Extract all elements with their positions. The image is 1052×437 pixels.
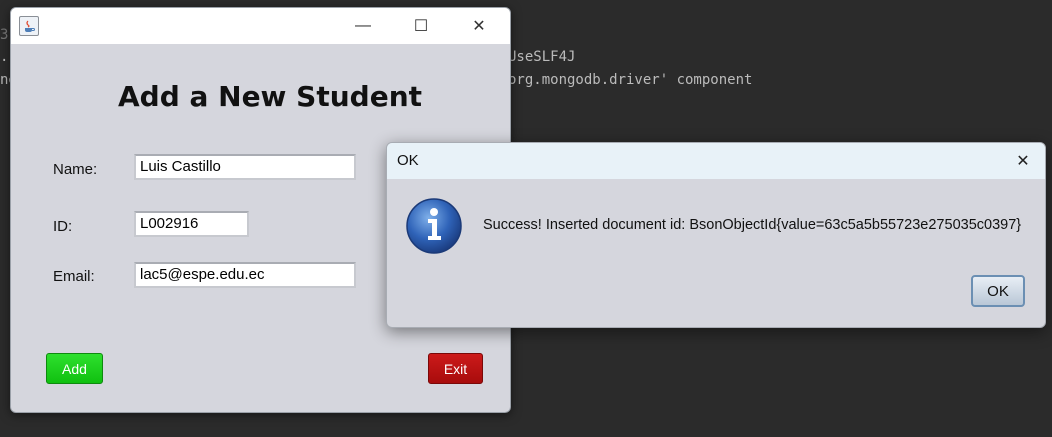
dialog-message: Success! Inserted document id: BsonObjec…: [483, 217, 1022, 233]
info-icon: [405, 197, 463, 255]
console-line: .: [0, 49, 9, 65]
console-line: UseSLF4J: [508, 49, 576, 65]
id-label: ID:: [53, 218, 73, 235]
id-field[interactable]: L002916: [134, 211, 249, 237]
console-line: 3: [0, 27, 9, 43]
email-label: Email:: [53, 268, 95, 285]
email-field[interactable]: lac5@espe.edu.ec: [134, 262, 356, 288]
exit-button[interactable]: Exit: [428, 353, 483, 384]
add-button[interactable]: Add: [46, 353, 103, 384]
success-dialog: OK ✕ Success! Inserted document id: Bson…: [386, 142, 1046, 328]
dialog-title-bar[interactable]: OK ✕: [387, 143, 1045, 179]
dialog-close-button[interactable]: ✕: [1001, 143, 1045, 179]
console-line: org.mongodb.driver' component: [508, 72, 753, 88]
ok-button[interactable]: OK: [971, 275, 1025, 307]
dialog-title: OK: [397, 152, 419, 169]
page-title: Add a New Student: [117, 80, 423, 113]
name-label: Name:: [53, 161, 98, 178]
name-field[interactable]: Luis Castillo: [134, 154, 356, 180]
minimize-button[interactable]: —: [340, 8, 386, 44]
close-button[interactable]: ✕: [456, 8, 502, 44]
title-bar[interactable]: — ☐ ✕: [11, 8, 510, 44]
java-app-icon: [19, 16, 39, 36]
maximize-button[interactable]: ☐: [398, 8, 444, 44]
